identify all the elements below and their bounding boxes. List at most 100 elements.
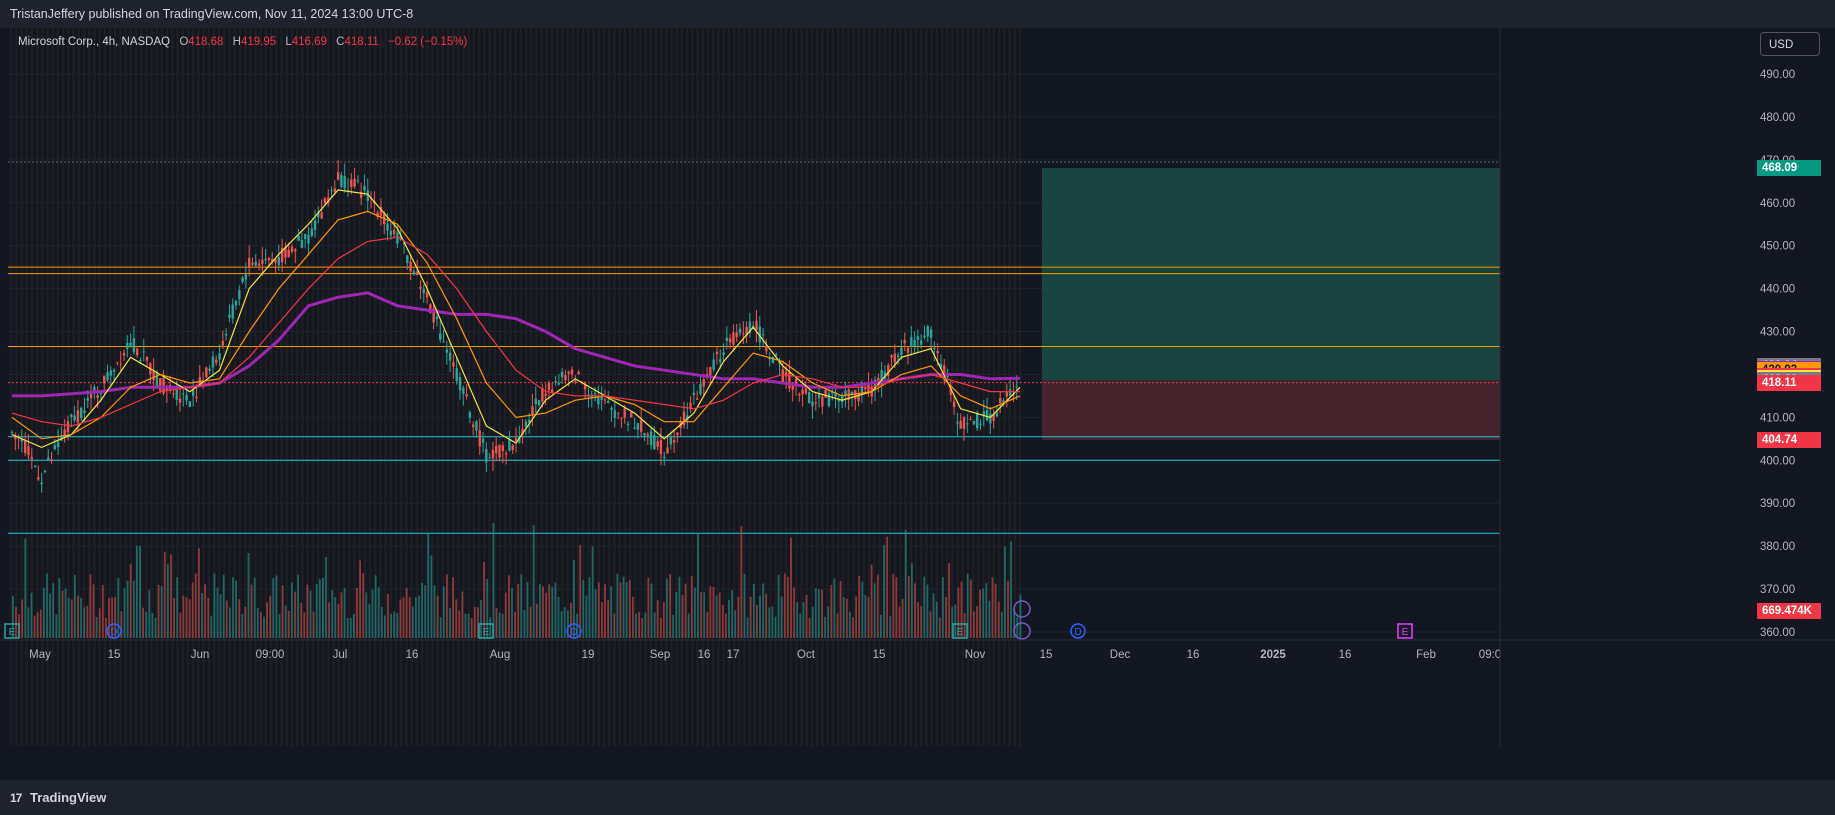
candle-body [659,440,663,455]
volume-bar [560,611,563,638]
candle-body [712,359,715,370]
volume-bar [247,553,250,638]
candle-body [290,246,294,252]
candle-body [103,375,106,384]
volume-bar [923,576,926,638]
volume-bar [628,579,631,638]
session-stripe [982,28,985,746]
volume-bar [129,564,132,638]
volume-bar [619,582,622,638]
x-tick-label: Sep [650,649,670,661]
volume-bar [973,611,975,638]
open-label: O [179,36,189,48]
candle-body [636,423,640,430]
candle-body [495,446,498,454]
currency-button[interactable]: USD [1760,32,1820,56]
volume-bar [793,587,795,638]
candle-body [995,413,999,417]
candle-body [175,389,178,401]
candle-body [989,413,992,424]
volume-bar [659,617,662,638]
tradingview-logo-icon[interactable]: 17 [10,791,22,805]
candle-body [340,174,343,188]
chart-area[interactable]: 360.00370.00380.00390.00400.00410.00420.… [0,28,1835,780]
volume-bar [774,616,777,638]
volume-bar [703,592,706,638]
session-stripe [270,28,273,746]
candle-body [544,393,547,396]
volume-bar [1000,611,1003,638]
volume-bar [920,606,923,638]
volume-bar [306,584,309,638]
volume-bar [74,575,76,638]
candle-body [574,380,577,383]
candle-body [811,401,814,407]
price-chart[interactable]: 360.00370.00380.00390.00400.00410.00420.… [0,28,1835,780]
volume-bar [371,589,374,638]
candle-body [702,379,705,387]
session-stripe [218,28,221,746]
x-tick-label: 15 [1040,649,1053,661]
volume-bar [669,574,671,638]
session-stripe [212,28,216,746]
volume-bar [777,574,780,638]
x-tick-label: 2025 [1260,649,1286,661]
candle-body [906,347,910,353]
session-stripe [608,28,611,746]
candle-body [307,234,310,244]
candle-body [692,393,696,396]
volume-bar [641,617,644,638]
candle-body [425,292,429,298]
volume-bar [433,585,436,638]
volume-bar [173,598,175,638]
volume-bar [557,596,560,638]
volume-bar [303,612,306,638]
candle-body [946,375,949,377]
volume-bar [204,584,206,638]
candle-body [728,338,732,343]
volume-bar [411,606,414,638]
session-stripe [977,28,980,746]
volume-bar [938,617,941,638]
candle-body [656,441,659,447]
session-stripe [894,28,897,746]
volume-bar [945,597,947,638]
volume-bar [895,577,898,638]
candle-body [531,406,534,415]
volume-bar [238,599,241,638]
candle-body [663,456,666,459]
candle-body [975,413,979,429]
x-tick-label: Jul [333,649,348,661]
volume-bar [529,606,532,638]
session-stripe [753,28,756,746]
dividend-marker-icon: D [1070,623,1086,639]
volume-bar [610,586,613,638]
volume-bar [740,526,743,638]
session-stripe [696,28,699,746]
candle-body [96,395,99,398]
volume-bar [408,597,411,638]
volume-bar [405,587,408,638]
volume-bar [588,577,591,638]
volume-bar [731,589,733,638]
session-stripe [660,28,663,746]
volume-bar [123,588,126,638]
volume-bar [1004,546,1006,638]
brand-name[interactable]: TradingView [30,790,106,805]
volume-bar [520,574,523,638]
volume-bar [287,610,290,638]
candle-body [435,316,439,320]
volume-bar [356,587,358,638]
session-stripe [691,28,694,746]
session-stripe [769,28,772,746]
volume-bar [873,583,876,638]
session-stripe [301,28,304,746]
volume-bar [318,579,321,638]
y-tick-label: 440.00 [1760,284,1795,296]
volume-bar [811,606,814,638]
volume-bar [27,607,30,638]
session-stripe [410,28,413,746]
volume-bar [969,579,972,638]
volume-bar [170,554,172,638]
volume-bar [749,596,752,638]
